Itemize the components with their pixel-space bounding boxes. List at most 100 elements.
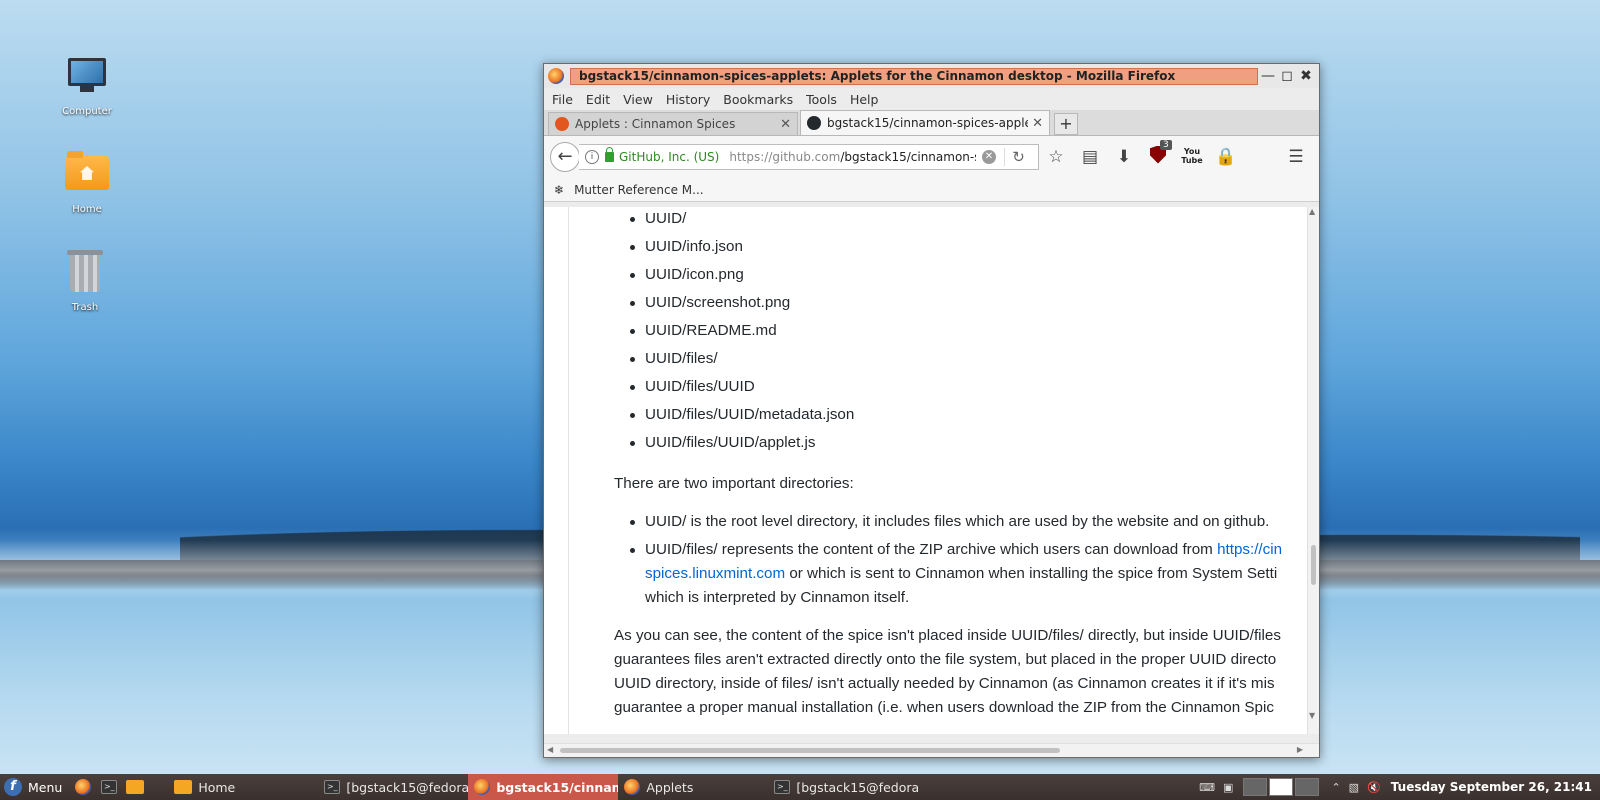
close-tab-icon[interactable]: ✕ bbox=[780, 117, 791, 132]
hamburger-menu-icon[interactable]: ☰ bbox=[1279, 147, 1313, 167]
padlock-icon[interactable]: 🔒 bbox=[1209, 147, 1243, 167]
start-menu-button[interactable]: f Menu bbox=[0, 774, 70, 800]
desktop-icon-computer[interactable]: Computer bbox=[42, 52, 132, 117]
paragraph-line: guarantees files aren't extracted direct… bbox=[614, 651, 1277, 668]
workspace-switcher[interactable] bbox=[1243, 778, 1321, 796]
list-item: UUID/files/ represents the content of th… bbox=[569, 538, 1298, 610]
close-button[interactable]: ✖ bbox=[1297, 67, 1315, 85]
tab-bar: Applets : Cinnamon Spices ✕ bgstack15/ci… bbox=[544, 110, 1319, 136]
menu-bookmarks[interactable]: Bookmarks bbox=[723, 92, 793, 107]
desktop-icon-home[interactable]: Home bbox=[42, 150, 132, 215]
list-item-text: or which is sent to Cinnamon when instal… bbox=[785, 565, 1278, 582]
launcher-files[interactable] bbox=[124, 777, 146, 797]
bookmark-mutter-reference[interactable]: Mutter Reference M... bbox=[574, 183, 704, 197]
minimize-button[interactable]: — bbox=[1259, 67, 1277, 85]
task-label: bgstack15/cinnam... bbox=[496, 779, 619, 795]
task-firefox[interactable]: bgstack15/cinnam... bbox=[468, 774, 619, 800]
menu-tools[interactable]: Tools bbox=[806, 92, 837, 107]
list-item: UUID/README.md bbox=[569, 322, 1298, 350]
scroll-down-icon[interactable]: ▼ bbox=[1309, 711, 1315, 720]
list-item: UUID/files/UUID/applet.js bbox=[569, 434, 1298, 462]
url-path: /bgstack15/cinnamon-spices bbox=[840, 150, 976, 164]
reload-icon[interactable]: ↻ bbox=[1004, 148, 1032, 166]
list-item-text: UUID/files/ represents the content of th… bbox=[645, 541, 1218, 558]
firefox-icon bbox=[75, 779, 92, 795]
reading-list-icon[interactable]: ▤ bbox=[1073, 147, 1107, 167]
paragraph-line: UUID directory, inside of files/ isn't a… bbox=[614, 675, 1275, 692]
workspace-3[interactable] bbox=[1295, 778, 1320, 796]
desktop-icon-trash[interactable]: Trash bbox=[40, 250, 130, 313]
url-prefix: https://github.com bbox=[729, 150, 841, 164]
youtube-icon[interactable]: You Tube bbox=[1175, 147, 1209, 168]
launcher-terminal[interactable]: >_ bbox=[98, 777, 120, 797]
vertical-scrollbar[interactable]: ▲ ▼ bbox=[1307, 207, 1319, 734]
task-terminal-1[interactable]: >_ [bgstack15@fedora... bbox=[318, 774, 468, 800]
task-label: [bgstack15@fedora... bbox=[346, 779, 469, 795]
site-identity[interactable]: GitHub, Inc. (US) bbox=[619, 150, 719, 164]
list-item: UUID/info.json bbox=[569, 238, 1298, 266]
list-item: UUID/files/UUID bbox=[569, 378, 1298, 406]
menu-help[interactable]: Help bbox=[850, 92, 879, 107]
spices-link-continued[interactable]: spices.linuxmint.com bbox=[645, 565, 785, 582]
gnome-foot-icon: ❄ bbox=[554, 182, 565, 197]
volume-muted-icon[interactable]: 🔇 bbox=[1367, 781, 1381, 794]
folder-icon bbox=[174, 780, 193, 794]
paragraph-line: guarantee a proper manual installation (… bbox=[614, 699, 1274, 716]
list-item: UUID/screenshot.png bbox=[569, 294, 1298, 322]
terminal-icon: >_ bbox=[101, 780, 118, 794]
applets-icon bbox=[624, 779, 641, 795]
desktop-icon-label: Home bbox=[72, 204, 102, 215]
bookmark-star-icon[interactable]: ☆ bbox=[1039, 147, 1073, 167]
lock-icon bbox=[605, 147, 614, 162]
info-icon[interactable]: i bbox=[585, 150, 599, 164]
window-titlebar[interactable]: bgstack15/cinnamon-spices-applets: Apple… bbox=[544, 64, 1319, 88]
clear-url-icon[interactable]: ✕ bbox=[982, 150, 996, 164]
explanation-paragraph: As you can see, the content of the spice… bbox=[569, 624, 1298, 720]
menu-file[interactable]: File bbox=[552, 92, 573, 107]
task-applets[interactable]: Applets bbox=[618, 774, 768, 800]
taskbar: f Menu >_ Home >_ [bgstack15@fedora... b… bbox=[0, 774, 1600, 800]
list-item: UUID/files/UUID/metadata.json bbox=[569, 406, 1298, 434]
vertical-scroll-thumb[interactable] bbox=[1311, 545, 1316, 585]
display-icon[interactable]: ▣ bbox=[1223, 781, 1233, 794]
desktop-icon-label: Computer bbox=[62, 106, 112, 117]
list-item: UUID/files/ bbox=[569, 350, 1298, 378]
menu-edit[interactable]: Edit bbox=[586, 92, 610, 107]
ublock-icon[interactable]: 3 bbox=[1141, 139, 1175, 169]
scroll-up-icon[interactable]: ▲ bbox=[1309, 207, 1315, 216]
scroll-right-icon[interactable]: ▶ bbox=[1297, 745, 1303, 754]
ublock-badge: 3 bbox=[1160, 139, 1172, 150]
task-home[interactable]: Home bbox=[168, 774, 318, 800]
horizontal-scrollbar[interactable]: ◀ ▶ bbox=[544, 743, 1319, 757]
task-terminal-2[interactable]: >_ [bgstack15@fedora... bbox=[768, 774, 918, 800]
chevron-up-icon[interactable]: ⌃ bbox=[1331, 781, 1340, 794]
tab-label: Applets : Cinnamon Spices bbox=[575, 117, 736, 131]
clock[interactable]: Tuesday September 26, 21:41 bbox=[1391, 780, 1592, 794]
close-tab-icon[interactable]: ✕ bbox=[1032, 116, 1043, 131]
file-list: UUID/ UUID/info.json UUID/icon.png UUID/… bbox=[569, 210, 1298, 462]
network-icon[interactable]: ▧ bbox=[1349, 781, 1359, 794]
menu-history[interactable]: History bbox=[666, 92, 710, 107]
fedora-logo-icon: f bbox=[4, 778, 22, 796]
folder-icon bbox=[126, 780, 145, 794]
spices-link[interactable]: https://cin bbox=[1217, 541, 1282, 558]
url-bar[interactable]: i GitHub, Inc. (US) https://github.com/b… bbox=[579, 144, 1039, 170]
tab-github[interactable]: bgstack15/cinnamon-spices-applets ✕ bbox=[800, 110, 1050, 135]
new-tab-button[interactable]: + bbox=[1054, 113, 1078, 135]
menu-view[interactable]: View bbox=[623, 92, 653, 107]
url-text[interactable]: https://github.com/bgstack15/cinnamon-sp… bbox=[729, 150, 976, 164]
maximize-button[interactable]: ◻ bbox=[1278, 67, 1296, 85]
downloads-icon[interactable]: ⬇ bbox=[1107, 147, 1141, 167]
tab-cinnamon-spices[interactable]: Applets : Cinnamon Spices ✕ bbox=[548, 112, 798, 135]
paragraph-line: As you can see, the content of the spice… bbox=[614, 627, 1281, 644]
launcher-firefox[interactable] bbox=[72, 777, 94, 797]
keyboard-icon[interactable]: ⌨ bbox=[1199, 781, 1215, 794]
readme-article: UUID/ UUID/info.json UUID/icon.png UUID/… bbox=[568, 207, 1298, 734]
scroll-left-icon[interactable]: ◀ bbox=[547, 745, 553, 754]
back-button[interactable]: ← bbox=[550, 142, 580, 172]
workspace-1[interactable] bbox=[1243, 778, 1268, 796]
home-folder-icon bbox=[63, 151, 111, 200]
github-icon bbox=[807, 116, 821, 130]
horizontal-scroll-thumb[interactable] bbox=[560, 748, 1060, 753]
workspace-2[interactable] bbox=[1269, 778, 1294, 796]
